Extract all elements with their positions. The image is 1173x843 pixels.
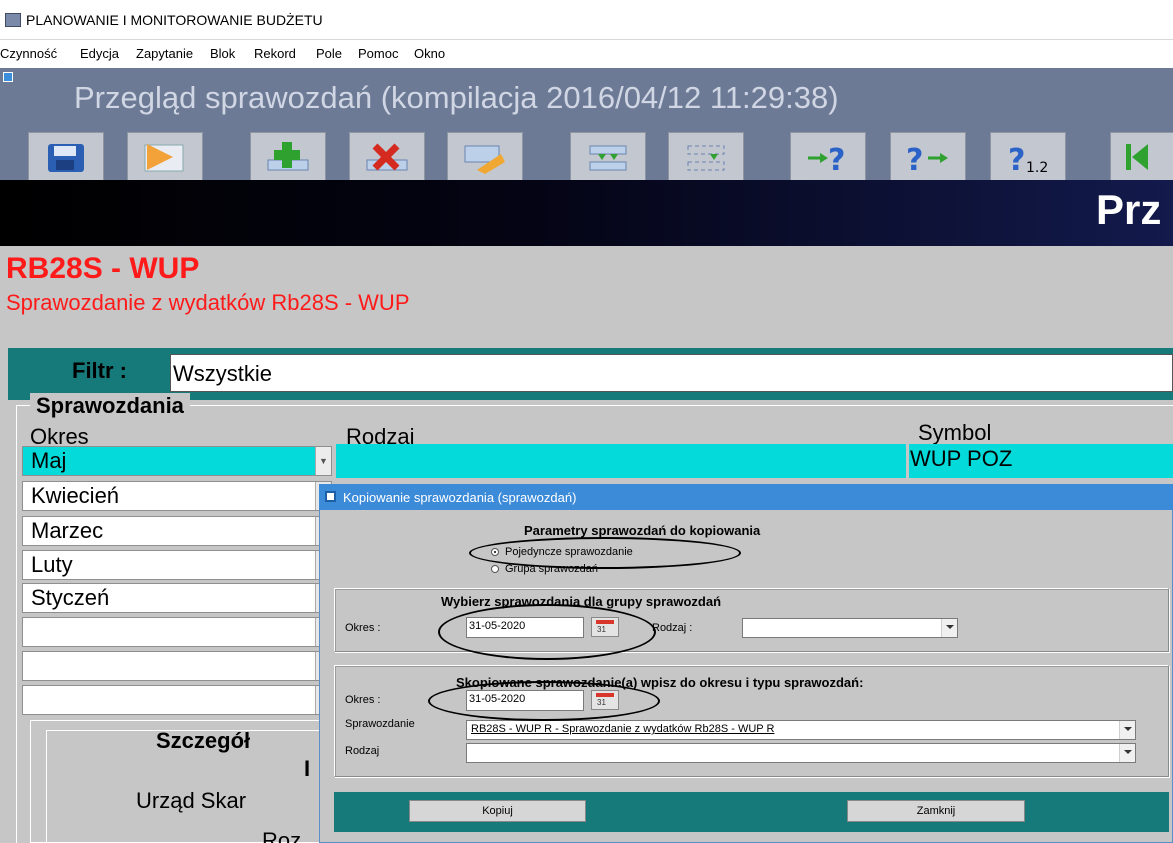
chevron-down-icon[interactable] xyxy=(1119,721,1135,739)
svg-text:?: ? xyxy=(906,143,923,174)
dialog-title-bar[interactable]: Kopiowanie sprawozdania (sprawozdań) xyxy=(319,484,1173,510)
enter-query-button[interactable]: ? xyxy=(790,132,866,180)
details-office-label: Urząd Skar xyxy=(136,788,247,813)
details-rodzaj-label: Roz xyxy=(262,828,302,843)
menu-zapytanie[interactable]: Zapytanie xyxy=(136,46,193,61)
exit-icon xyxy=(144,143,184,171)
params-title: Parametry sprawozdań do kopiowania xyxy=(524,523,761,538)
menu-pomoc[interactable]: Pomoc xyxy=(358,46,398,61)
filter-input[interactable]: Wszystkie xyxy=(170,354,1173,392)
duplicate-record-icon xyxy=(589,145,627,170)
chevron-down-icon[interactable]: ▼ xyxy=(315,447,331,475)
window-title: PLANOWANIE I MONITOROWANIE BUDŻETU xyxy=(26,12,323,28)
duplicate-record-button[interactable] xyxy=(570,132,646,180)
target-sprawozdanie-label: Sprawozdanie xyxy=(345,718,415,730)
menu-pole[interactable]: Pole xyxy=(316,46,342,61)
form-title: Przegląd sprawozdań (kompilacja 2016/04/… xyxy=(74,80,839,115)
details-subtitle: I xyxy=(304,756,311,781)
insert-record-icon xyxy=(267,141,309,170)
form-header: Przegląd sprawozdań (kompilacja 2016/04/… xyxy=(0,68,1173,180)
chevron-down-icon[interactable] xyxy=(941,619,957,637)
okres-row[interactable]: Luty ▼ xyxy=(22,550,332,580)
clear-block-icon xyxy=(687,145,725,170)
target-sprawozdanie-value: RB28S - WUP R - Sprawozdanie z wydatków … xyxy=(471,723,775,735)
okres-value: Maj xyxy=(31,448,67,473)
selected-row-rodzaj[interactable] xyxy=(336,444,906,478)
radio-report-group[interactable] xyxy=(491,565,499,573)
svg-text:?: ? xyxy=(1008,143,1025,174)
okres-row[interactable]: Styczeń ▼ xyxy=(22,583,332,613)
okres-value: Luty xyxy=(31,552,73,577)
window-title-bar: PLANOWANIE I MONITOROWANIE BUDŻETU xyxy=(0,0,1173,40)
form-window-icon xyxy=(3,72,13,82)
svg-text:1.2: 1.2 xyxy=(1026,160,1048,174)
details-title: Szczegół xyxy=(156,728,251,753)
clear-record-button[interactable] xyxy=(447,132,523,180)
execute-query-icon: ? xyxy=(906,143,948,174)
enter-query-icon: ? xyxy=(808,143,845,174)
target-okres-label: Okres : xyxy=(345,694,381,706)
page-banner: Prz xyxy=(0,180,1173,246)
symbol-value: WUP POZ xyxy=(910,446,1013,471)
execute-query-button[interactable]: ? xyxy=(890,132,966,180)
menu-rekord[interactable]: Rekord xyxy=(254,46,296,61)
insert-record-button[interactable] xyxy=(250,132,326,180)
okres-value: Marzec xyxy=(31,518,104,543)
select-okres-label: Okres : xyxy=(345,622,381,634)
dialog-window-icon xyxy=(325,491,336,502)
target-sprawozdanie-combo[interactable]: RB28S - WUP R - Sprawozdanie z wydatków … xyxy=(466,720,1136,740)
highlight-ellipse xyxy=(438,604,656,660)
menu-okno[interactable]: Okno xyxy=(414,46,445,61)
okres-row[interactable]: Marzec ▼ xyxy=(22,516,332,546)
okres-row[interactable]: ▼ xyxy=(22,651,332,681)
delete-record-button[interactable] xyxy=(349,132,425,180)
okres-row[interactable]: ▼ xyxy=(22,617,332,647)
save-icon xyxy=(48,143,84,172)
copy-button[interactable]: Kopiuj xyxy=(409,800,586,822)
menu-bar: Czynność Edycja Zapytanie Blok Rekord Po… xyxy=(0,40,1173,68)
okres-row[interactable]: Maj ▼ xyxy=(22,446,332,476)
okres-value: Kwiecień xyxy=(31,483,120,508)
exit-button[interactable] xyxy=(127,132,203,180)
count-query-icon: ? 1.2 xyxy=(1008,143,1048,174)
save-button[interactable] xyxy=(28,132,104,180)
filter-label: Filtr : xyxy=(72,358,127,383)
menu-czynnosc[interactable]: Czynność xyxy=(0,46,57,61)
okres-value: Styczeń xyxy=(31,585,110,610)
target-rodzaj-combo[interactable] xyxy=(466,743,1136,763)
report-code: RB28S - WUP xyxy=(6,252,200,285)
highlight-ellipse xyxy=(428,681,660,721)
clear-block-button[interactable] xyxy=(668,132,744,180)
okres-row[interactable]: Kwiecień ▼ xyxy=(22,481,332,511)
clear-record-icon xyxy=(464,145,505,174)
delete-record-icon xyxy=(366,143,408,170)
select-rodzaj-label: Rodzaj : xyxy=(652,622,693,634)
reports-group-label: Sprawozdania xyxy=(30,393,190,419)
okres-row[interactable]: ▼ xyxy=(22,685,332,715)
first-record-icon xyxy=(1126,143,1148,170)
target-rodzaj-label: Rodzaj xyxy=(345,745,380,757)
menu-blok[interactable]: Blok xyxy=(210,46,235,61)
highlight-ellipse xyxy=(469,537,741,569)
report-description: Sprawozdanie z wydatków Rb28S - WUP xyxy=(6,290,410,315)
menu-edycja[interactable]: Edycja xyxy=(80,46,119,61)
count-query-button[interactable]: ? 1.2 xyxy=(990,132,1066,180)
dialog-title: Kopiowanie sprawozdania (sprawozdań) xyxy=(343,490,577,505)
chevron-down-icon[interactable] xyxy=(1119,744,1135,762)
svg-text:?: ? xyxy=(828,143,845,174)
banner-title: Prz xyxy=(1096,186,1162,233)
close-button[interactable]: Zamknij xyxy=(847,800,1025,822)
column-header-symbol: Symbol xyxy=(918,420,992,445)
first-record-button[interactable] xyxy=(1110,132,1173,180)
java-app-icon xyxy=(5,13,21,27)
select-rodzaj-combo[interactable] xyxy=(742,618,958,638)
